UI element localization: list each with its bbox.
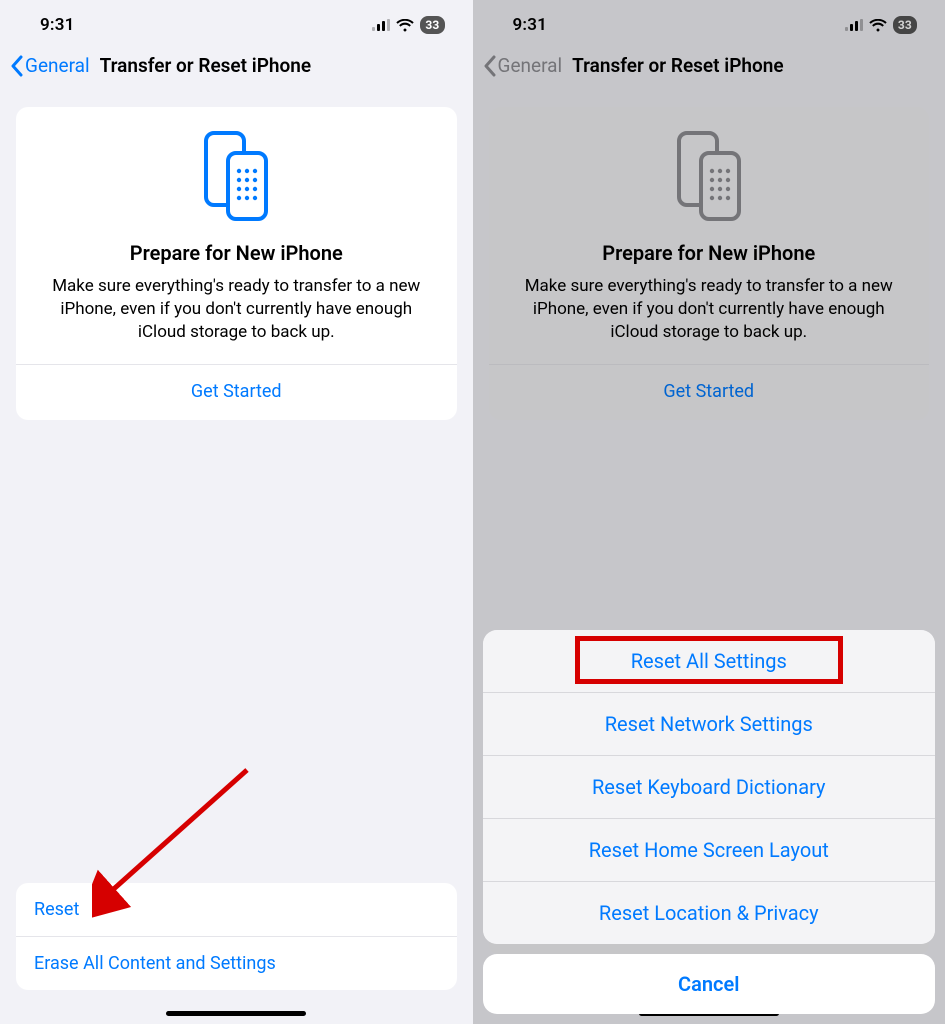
card-title: Prepare for New iPhone <box>507 241 912 265</box>
card-description: Make sure everything's ready to transfer… <box>34 275 439 364</box>
erase-all-button[interactable]: Erase All Content and Settings <box>16 936 457 990</box>
get-started-button[interactable]: Get Started <box>34 365 439 420</box>
status-bar: 9:31 33 <box>473 0 945 50</box>
devices-icon <box>507 131 912 223</box>
wifi-icon <box>869 19 887 32</box>
card-title: Prepare for New iPhone <box>34 241 439 265</box>
bottom-list: Reset Erase All Content and Settings <box>16 883 457 990</box>
wifi-icon <box>396 19 414 32</box>
sheet-reset-all-settings[interactable]: Reset All Settings <box>483 630 936 692</box>
status-right: 33 <box>372 16 444 34</box>
devices-icon <box>34 131 439 223</box>
battery-icon: 33 <box>893 16 917 34</box>
chevron-left-icon <box>483 55 496 77</box>
status-bar: 9:31 33 <box>0 0 473 50</box>
nav-bar: General Transfer or Reset iPhone <box>0 50 473 87</box>
back-label: General <box>25 54 90 77</box>
back-button[interactable]: General <box>483 54 563 77</box>
sheet-reset-location-privacy[interactable]: Reset Location & Privacy <box>483 881 936 944</box>
nav-bar: General Transfer or Reset iPhone <box>473 50 945 87</box>
screen-left: 9:31 33 General Transfer or Reset iPhone <box>0 0 473 1024</box>
page-title: Transfer or Reset iPhone <box>572 54 783 77</box>
status-time: 9:31 <box>40 15 75 35</box>
screen-right: 9:31 33 General Transfer or Reset iPhone <box>473 0 945 1024</box>
cellular-icon <box>372 19 390 31</box>
status-time: 9:31 <box>513 15 548 35</box>
reset-button[interactable]: Reset <box>16 883 457 936</box>
sheet-options: Reset All Settings Reset Network Setting… <box>483 630 936 944</box>
sheet-reset-home-screen-layout[interactable]: Reset Home Screen Layout <box>483 818 936 881</box>
action-sheet: Reset All Settings Reset Network Setting… <box>483 630 936 1014</box>
back-label: General <box>498 54 563 77</box>
back-button[interactable]: General <box>10 54 90 77</box>
cellular-icon <box>845 19 863 31</box>
battery-icon: 33 <box>420 16 444 34</box>
sheet-cancel-button[interactable]: Cancel <box>483 954 936 1014</box>
sheet-reset-keyboard-dictionary[interactable]: Reset Keyboard Dictionary <box>483 755 936 818</box>
prepare-card: Prepare for New iPhone Make sure everyth… <box>16 107 457 420</box>
chevron-left-icon <box>10 55 23 77</box>
home-indicator[interactable] <box>166 1011 306 1016</box>
sheet-reset-network-settings[interactable]: Reset Network Settings <box>483 692 936 755</box>
page-title: Transfer or Reset iPhone <box>100 54 311 77</box>
status-right: 33 <box>845 16 917 34</box>
prepare-card: Prepare for New iPhone Make sure everyth… <box>489 107 930 420</box>
get-started-button[interactable]: Get Started <box>507 365 912 420</box>
card-description: Make sure everything's ready to transfer… <box>507 275 912 364</box>
